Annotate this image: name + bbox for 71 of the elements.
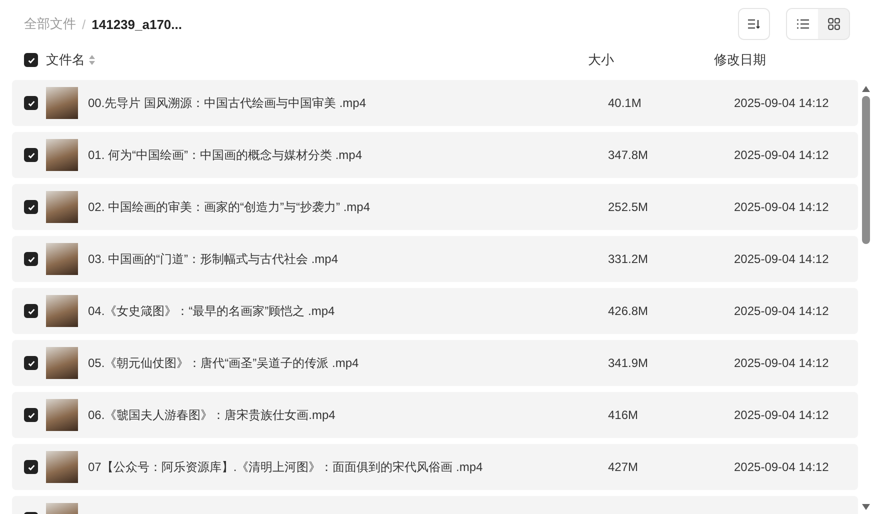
file-row[interactable]: 05.《朝元仙仗图》：唐代“画圣”吴道子的传派 .mp4 341.9M 2025-09-04 14:12: [12, 340, 858, 386]
modified-date: 2025-09-04 14:12: [734, 148, 830, 162]
sort-icon: [748, 19, 760, 29]
file-row[interactable]: 03. 中国画的“门道”：形制幅式与古代社会 .mp4 331.2M 2025-09-04 14:12: [12, 236, 858, 282]
file-size: 341.9M: [608, 356, 650, 370]
file-size: 252.5M: [608, 200, 650, 214]
file-row[interactable]: 01. 何为“中国绘画”：中国画的概念与媒材分类 .mp4 347.8M 2025-09-04 14:12: [12, 132, 858, 178]
row-checkbox[interactable]: [24, 252, 38, 266]
video-thumbnail-placeholder: [46, 87, 78, 119]
row-checkbox[interactable]: [24, 408, 38, 422]
video-thumbnail-placeholder: [46, 139, 78, 171]
row-checkbox[interactable]: [24, 356, 38, 370]
select-all-checkbox[interactable]: [24, 53, 38, 67]
file-name: 06.《虢国夫人游春图》：唐宋贵族仕女画.mp4: [88, 406, 336, 424]
file-name: 01. 何为“中国绘画”：中国画的概念与媒材分类 .mp4: [88, 146, 364, 164]
video-thumbnail-placeholder: [46, 399, 78, 431]
list-view-button[interactable]: [787, 9, 818, 39]
checkmark-icon: [26, 254, 36, 264]
file-name: 04.《女史箴图》：“最早的名画家”顾恺之 .mp4: [88, 302, 336, 320]
breadcrumb-current[interactable]: 141239_a170...: [92, 16, 182, 32]
checkmark-icon: [26, 462, 36, 472]
file-size: 40.1M: [608, 96, 642, 110]
row-checkbox[interactable]: [24, 96, 38, 110]
checkmark-icon: [26, 56, 36, 64]
row-checkbox[interactable]: [24, 460, 38, 474]
column-header[interactable]: 文件名: [46, 51, 85, 69]
modified-date: 2025-09-04 14:12: [734, 200, 830, 214]
modified-date: 2025-09-04 14:12: [734, 408, 830, 422]
sort-button[interactable]: [738, 8, 770, 40]
row-checkbox[interactable]: [24, 200, 38, 214]
modified-date: 2025-09-04 14:12: [734, 304, 830, 318]
file-name: 02. 中国绘画的审美：画家的“创造力”与“抄袭力” .mp4: [88, 198, 372, 216]
file-size: 426.8M: [608, 304, 650, 318]
row-checkbox[interactable]: [24, 148, 38, 162]
file-size: 427M: [608, 460, 640, 474]
checkmark-icon: [26, 98, 36, 108]
file-size: 416M: [608, 408, 640, 422]
file-name: 00.先导片 国风溯源：中国古代绘画与中国审美 .mp4: [88, 94, 368, 112]
column-header[interactable]: 修改日期: [714, 51, 850, 69]
file-row[interactable]: 00.先导片 国风溯源：中国古代绘画与中国审美 .mp4 40.1M 2025-09-04 14:12: [12, 80, 858, 126]
file-row[interactable]: 02. 中国绘画的审美：画家的“创造力”与“抄袭力” .mp4 252.5M 2025-09-04 14:12: [12, 184, 858, 230]
video-thumbnail-placeholder: [46, 243, 78, 275]
video-thumbnail-placeholder: [46, 347, 78, 379]
checkmark-icon: [26, 306, 36, 316]
file-name: 03. 中国画的“门道”：形制幅式与古代社会 .mp4: [88, 250, 340, 268]
file-size: 331.2M: [608, 252, 650, 266]
file-row[interactable]: 07【公众号：阿乐资源库】.《清明上河图》：面面俱到的宋代风俗画 .mp4 427M 2025-09-04 14:12: [12, 444, 858, 490]
checkmark-icon: [26, 358, 36, 368]
video-thumbnail-placeholder: [46, 191, 78, 223]
scroll-down-icon[interactable]: [862, 504, 870, 510]
column-header[interactable]: 大小: [588, 51, 714, 69]
file-size: 347.8M: [608, 148, 650, 162]
file-row[interactable]: 04.《女史箴图》：“最早的名画家”顾恺之 .mp4 426.8M 2025-09-04 14:12: [12, 288, 858, 334]
modified-date: 2025-09-04 14:12: [734, 356, 830, 370]
checkmark-icon: [26, 150, 36, 160]
checkmark-icon: [26, 410, 36, 420]
list-icon: [796, 19, 808, 29]
file-name: 05.《朝元仙仗图》：唐代“画圣”吴道子的传派 .mp4: [88, 354, 360, 372]
breadcrumb-separator: /: [82, 16, 86, 32]
row-checkbox[interactable]: [24, 304, 38, 318]
checkmark-icon: [26, 202, 36, 212]
modified-date: 2025-09-04 14:12: [734, 460, 830, 474]
modified-date: 2025-09-04 14:12: [734, 96, 830, 110]
file-name: 07【公众号：阿乐资源库】.《清明上河图》：面面俱到的宋代风俗画 .mp4: [88, 458, 484, 476]
scroll-up-icon[interactable]: [862, 86, 870, 92]
grid-icon: [828, 18, 840, 30]
scrollbar-thumb[interactable]: [862, 96, 870, 244]
video-thumbnail-placeholder: [46, 451, 78, 483]
video-thumbnail-placeholder: [46, 295, 78, 327]
modified-date: 2025-09-04 14:12: [734, 252, 830, 266]
file-row[interactable]: 06.《虢国夫人游春图》：唐宋贵族仕女画.mp4 416M 2025-09-04 14:12: [12, 392, 858, 438]
